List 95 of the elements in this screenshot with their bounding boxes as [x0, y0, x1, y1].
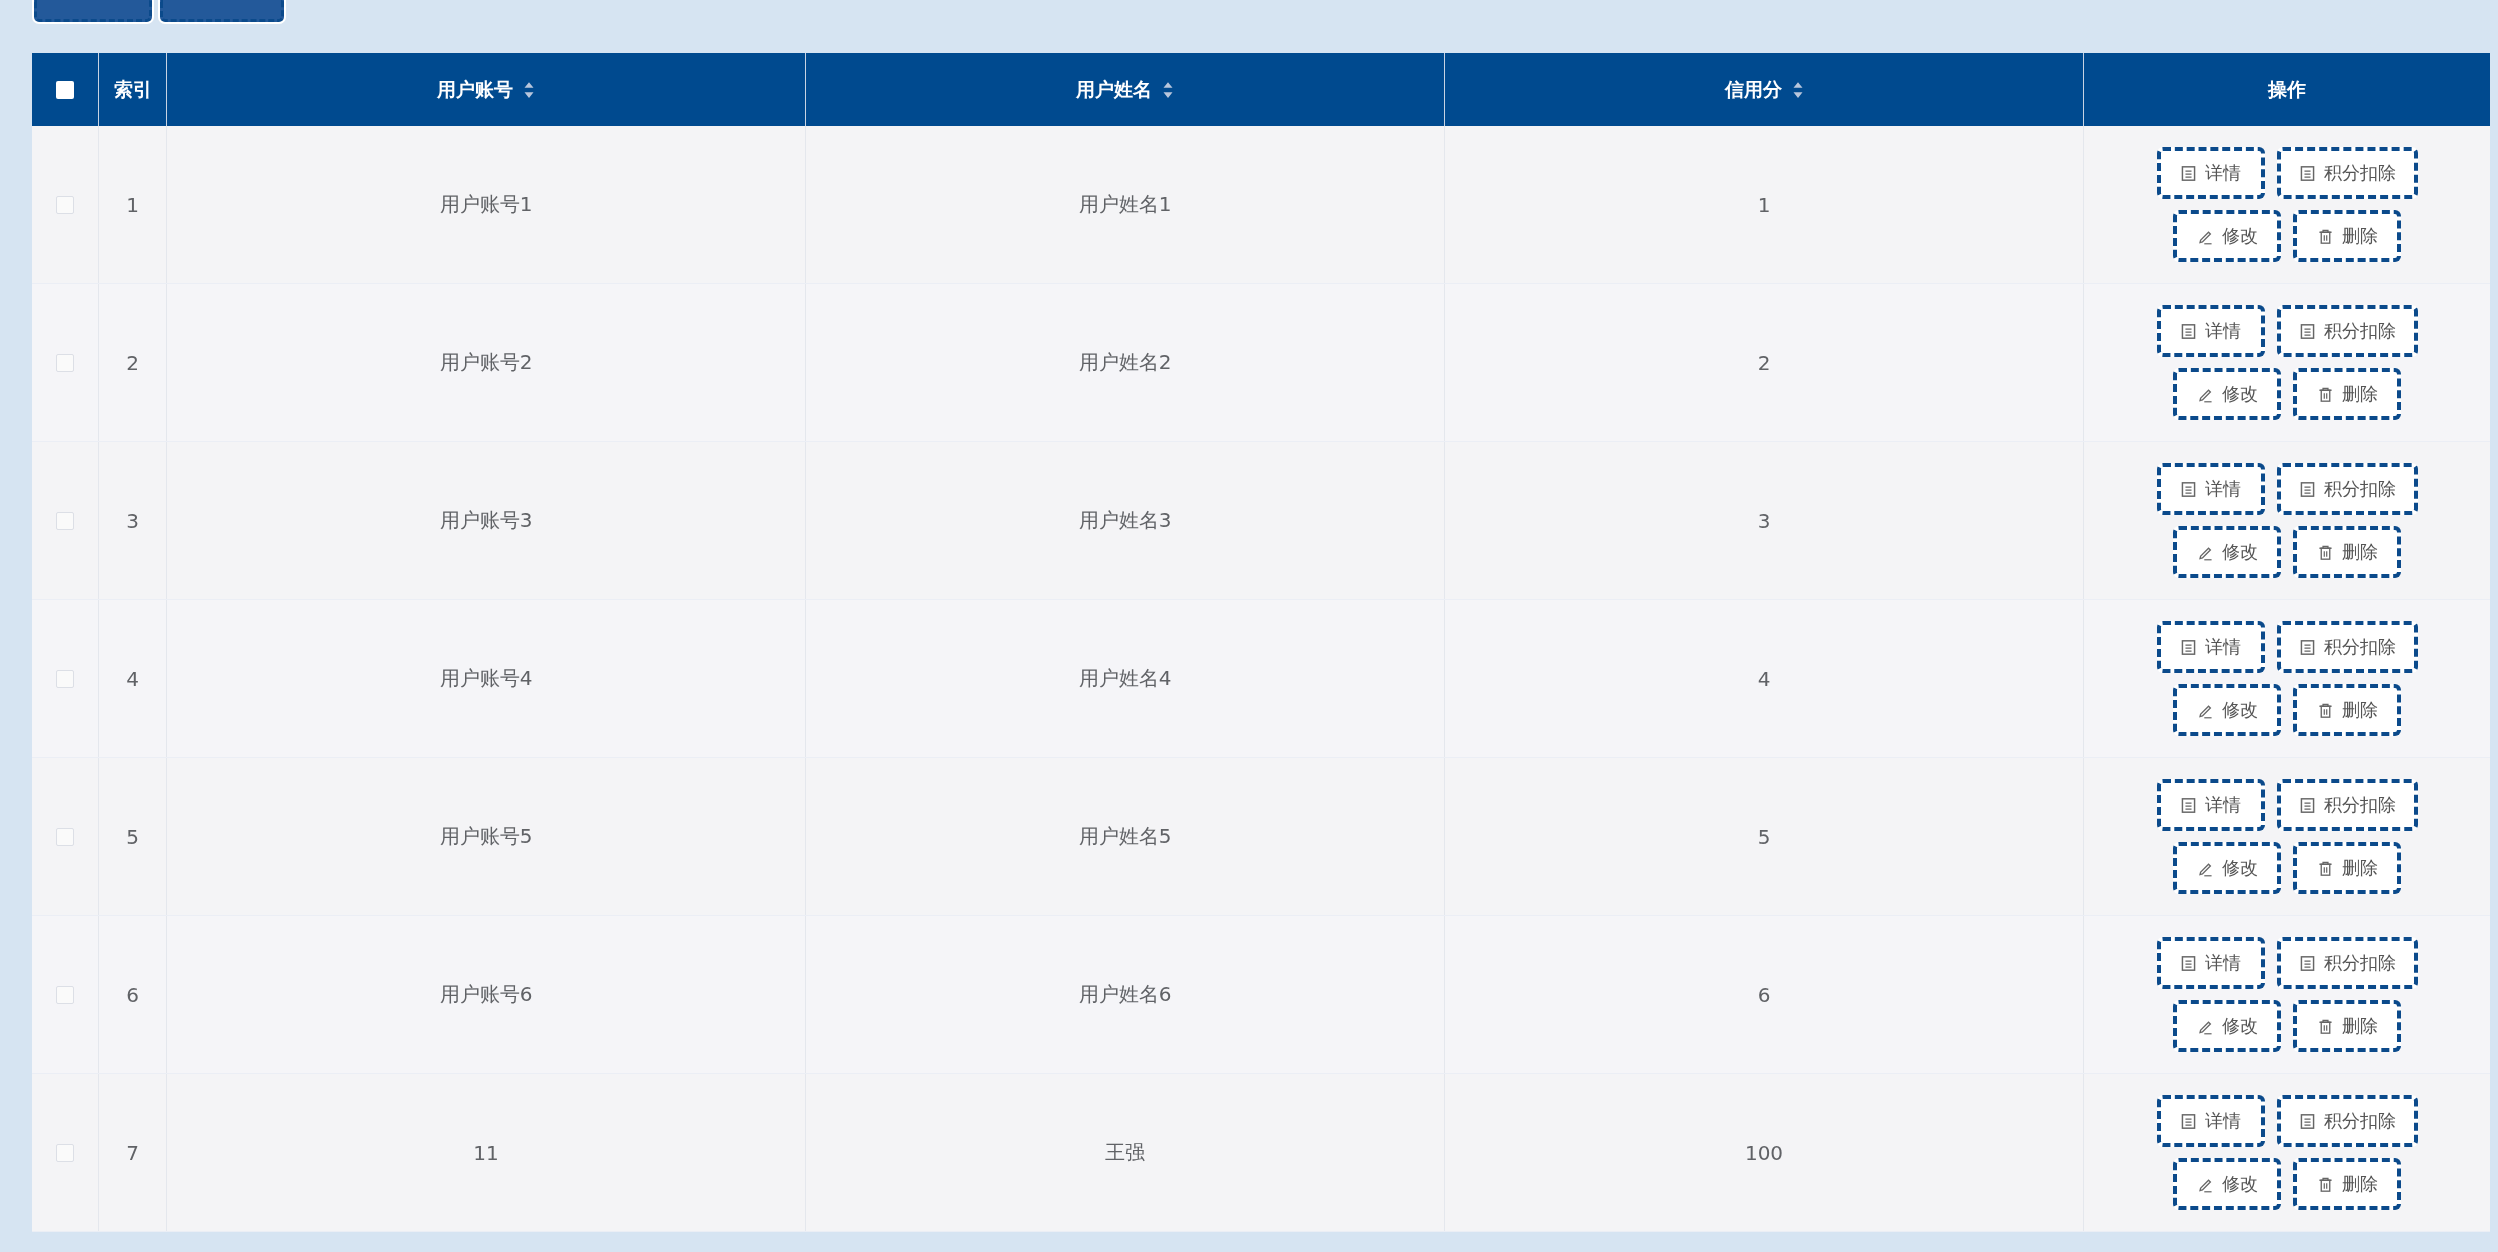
table-cell: 6 [1757, 982, 1771, 1007]
details-button[interactable]: 详情 [2156, 147, 2265, 199]
document-icon [2298, 322, 2316, 340]
table-cell: 用户账号6 [439, 981, 533, 1008]
document-icon [2298, 796, 2316, 814]
document-icon [2298, 1112, 2316, 1130]
table-cell: 用户账号1 [439, 191, 533, 218]
table-cell: 2 [1757, 350, 1771, 375]
table-cell: 3 [126, 508, 139, 533]
document-icon [2180, 796, 2197, 814]
document-icon [2180, 954, 2197, 972]
details-button[interactable]: 详情 [2156, 1095, 2265, 1147]
table-cell: 4 [126, 666, 139, 691]
sort-icon[interactable] [523, 80, 535, 99]
table-cell: 用户账号3 [439, 507, 533, 534]
deduct-points-button[interactable]: 积分扣除 [2276, 463, 2418, 515]
edit-button[interactable]: 修改 [2173, 842, 2281, 894]
edit-button[interactable]: 修改 [2173, 210, 2281, 262]
trash-icon [2316, 227, 2334, 245]
edit-button[interactable]: 修改 [2173, 526, 2281, 578]
column-header: 操作 [2268, 76, 2306, 102]
column-header[interactable]: 信用分 [1724, 76, 1782, 103]
delete-button[interactable]: 删除 [2293, 368, 2401, 420]
document-icon [2180, 480, 2197, 498]
table-cell: 1 [1757, 192, 1771, 217]
row-checkbox[interactable] [56, 669, 74, 688]
details-button[interactable]: 详情 [2156, 621, 2265, 673]
document-icon [2298, 954, 2316, 972]
table-cell: 11 [473, 1140, 499, 1165]
table-cell: 3 [1757, 508, 1771, 533]
table-cell: 1 [126, 192, 139, 217]
table-cell: 100 [1744, 1140, 1784, 1165]
delete-button[interactable] [160, 0, 284, 22]
table-cell: 用户姓名5 [1078, 823, 1172, 850]
details-button[interactable]: 详情 [2156, 463, 2265, 515]
sort-icon[interactable] [1162, 80, 1174, 99]
delete-button[interactable]: 删除 [2293, 842, 2401, 894]
details-button[interactable]: 详情 [2156, 305, 2265, 357]
table-cell: 用户账号4 [439, 665, 533, 692]
table-cell: 用户账号2 [439, 349, 533, 376]
trash-icon [2316, 543, 2334, 561]
table-cell: 用户姓名3 [1078, 507, 1172, 534]
row-checkbox[interactable] [56, 353, 74, 372]
table-cell: 6 [126, 982, 139, 1007]
edit-button[interactable]: 修改 [2173, 684, 2281, 736]
sort-icon[interactable] [1791, 80, 1804, 99]
row-checkbox[interactable] [56, 511, 74, 530]
details-button[interactable]: 详情 [2156, 937, 2265, 989]
deduct-points-button[interactable]: 积分扣除 [2276, 147, 2418, 199]
deduct-points-button[interactable]: 积分扣除 [2276, 305, 2418, 357]
deduct-points-button[interactable]: 积分扣除 [2276, 621, 2418, 673]
details-button[interactable]: 详情 [2156, 779, 2265, 831]
delete-button[interactable]: 删除 [2293, 1000, 2401, 1052]
column-header: 索引 [113, 76, 152, 102]
document-icon [2180, 322, 2197, 340]
add-button[interactable] [34, 0, 152, 22]
table-cell: 5 [126, 824, 139, 849]
delete-button[interactable]: 删除 [2293, 210, 2401, 262]
delete-button[interactable]: 删除 [2293, 1158, 2401, 1210]
row-checkbox[interactable] [56, 985, 74, 1004]
column-header[interactable]: 用户账号 [437, 76, 513, 103]
deduct-points-button[interactable]: 积分扣除 [2276, 779, 2418, 831]
table-cell: 2 [126, 350, 139, 375]
document-icon [2180, 638, 2197, 656]
table-cell: 5 [1757, 824, 1771, 849]
trash-icon [2316, 385, 2334, 403]
document-icon [2180, 164, 2197, 182]
deduct-points-button[interactable]: 积分扣除 [2276, 1095, 2418, 1147]
table-cell: 用户姓名6 [1078, 981, 1172, 1008]
table-cell: 用户账号5 [439, 823, 533, 850]
document-icon [2298, 638, 2316, 656]
trash-icon [2316, 859, 2334, 877]
column-header[interactable]: 用户姓名 [1076, 76, 1152, 103]
edit-button[interactable]: 修改 [2173, 1158, 2281, 1210]
row-checkbox[interactable] [56, 195, 74, 214]
trash-icon [2316, 701, 2334, 719]
table-cell: 用户姓名4 [1078, 665, 1172, 692]
table-cell: 7 [126, 1140, 139, 1165]
table-cell: 4 [1757, 666, 1771, 691]
table-cell: 用户姓名2 [1078, 349, 1172, 376]
table-cell: 用户姓名1 [1078, 191, 1172, 218]
select-all-checkbox[interactable] [56, 80, 74, 99]
edit-button[interactable]: 修改 [2173, 368, 2281, 420]
document-icon [2298, 480, 2316, 498]
trash-icon [2316, 1175, 2334, 1193]
edit-button[interactable]: 修改 [2173, 1000, 2281, 1052]
delete-button[interactable]: 删除 [2293, 526, 2401, 578]
trash-icon [2316, 1017, 2334, 1035]
document-icon [2180, 1112, 2197, 1130]
deduct-points-button[interactable]: 积分扣除 [2276, 937, 2418, 989]
row-checkbox[interactable] [56, 827, 74, 846]
row-checkbox[interactable] [56, 1143, 74, 1162]
delete-button[interactable]: 删除 [2293, 684, 2401, 736]
document-icon [2298, 164, 2316, 182]
table-cell: 王强 [1105, 1139, 1145, 1166]
